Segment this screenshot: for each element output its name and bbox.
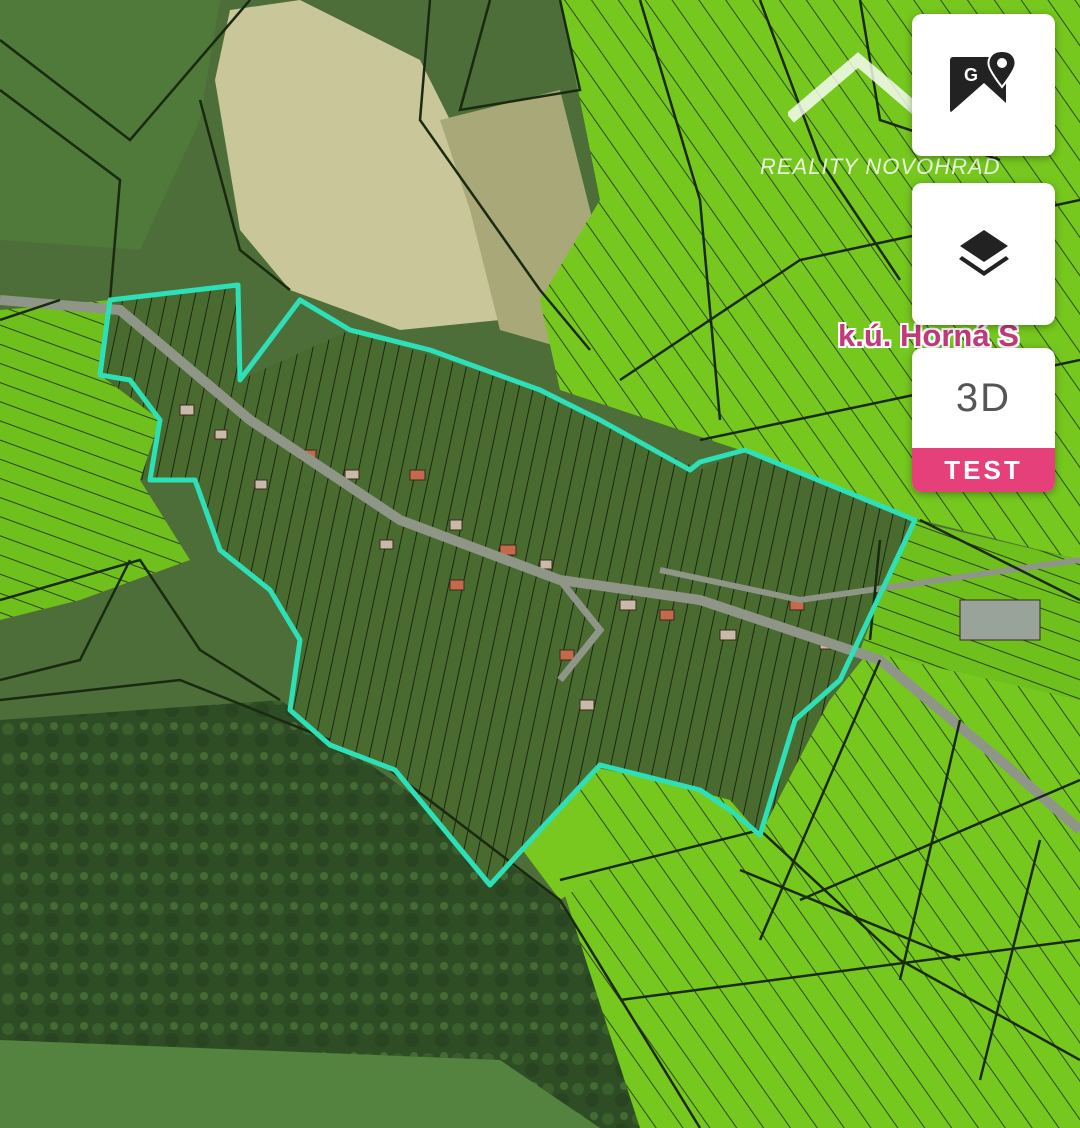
layers-button[interactable]: [912, 183, 1055, 325]
view-3d-button[interactable]: 3D TEST: [912, 348, 1055, 492]
layers-icon: [958, 230, 1009, 276]
svg-text:G: G: [964, 65, 978, 85]
test-badge: TEST: [912, 448, 1055, 492]
view-3d-label: 3D: [955, 375, 1012, 420]
google-maps-button[interactable]: G: [912, 14, 1055, 156]
watermark-text: REALITY NOVOHRAD: [760, 154, 1001, 179]
google-maps-icon: G: [949, 49, 1016, 113]
watermark-roof-icon: [788, 52, 928, 123]
